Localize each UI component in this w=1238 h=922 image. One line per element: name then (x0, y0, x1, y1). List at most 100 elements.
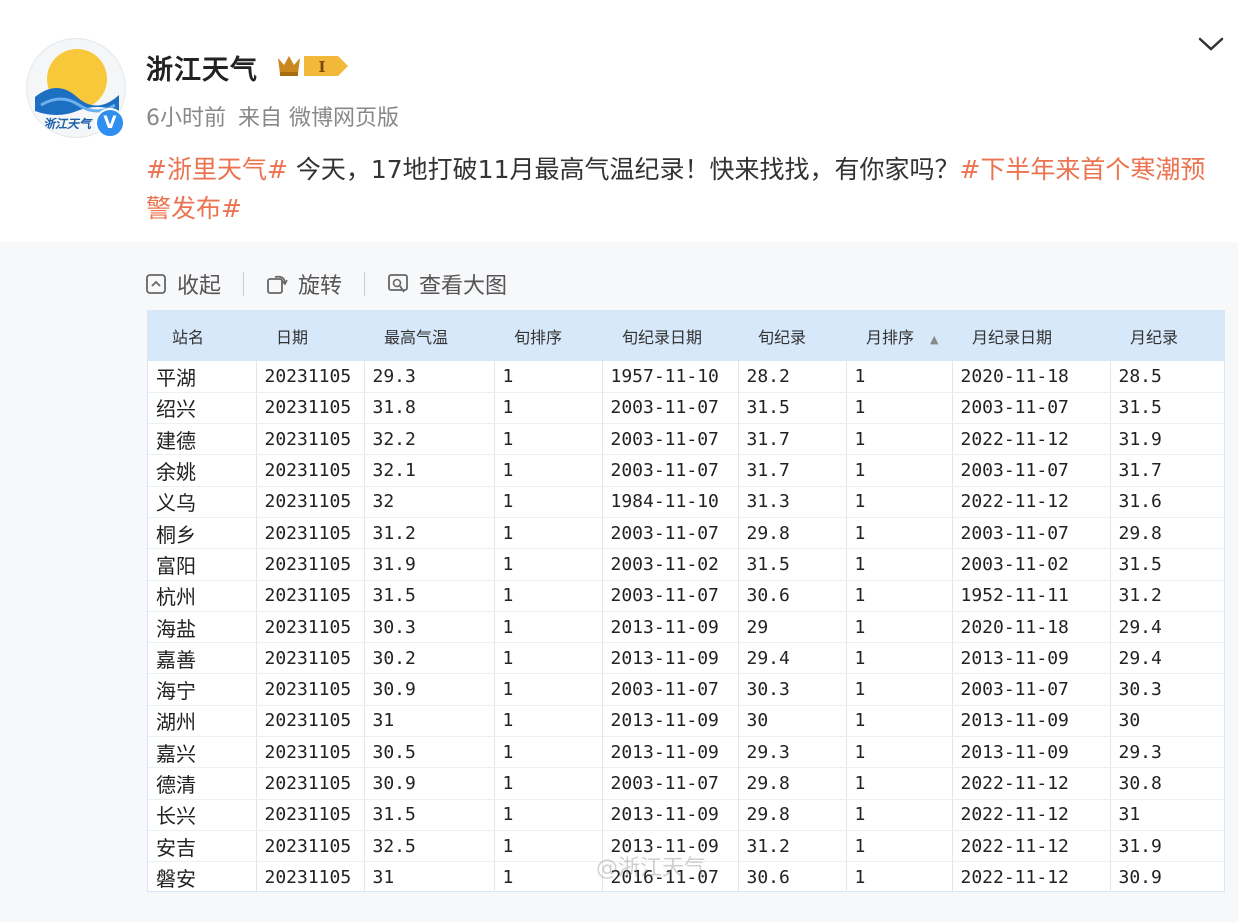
table-cell: 2003-11-07 (952, 673, 1111, 706)
table-cell: 1 (846, 548, 953, 581)
table-cell: 1 (846, 642, 953, 675)
table-cell: 32.1 (364, 454, 495, 487)
table-cell: 2020-11-18 (952, 361, 1111, 393)
table-cell: 2013-11-09 (602, 736, 739, 769)
chevron-down-icon[interactable] (1196, 32, 1226, 56)
table-cell: 2003-11-02 (952, 548, 1111, 581)
table-cell: 31.9 (1110, 423, 1224, 456)
table-cell: 1 (846, 861, 953, 891)
table-cell: 2022-11-12 (952, 861, 1111, 891)
table-cell: 1 (846, 392, 953, 425)
table-cell: 1 (846, 830, 953, 863)
table-cell: 1 (494, 361, 603, 393)
table-cell: 2013-11-09 (952, 705, 1111, 738)
table-cell: 1 (494, 517, 603, 550)
table-cell: 32 (364, 486, 495, 518)
table-cell: 2013-11-09 (952, 736, 1111, 769)
column-header-label: 月排序 (866, 328, 915, 347)
view-large-button[interactable]: 查看大图 (387, 268, 507, 300)
table-cell: 29.3 (364, 361, 495, 393)
table-row: 建德 20231105 32.2 1 2003-11-07 31.7 1 2022-11-12… (148, 423, 1224, 456)
table-cell: 1 (494, 454, 603, 487)
table-cell: 1 (494, 830, 603, 863)
record-table: 站名 日期 最高气温 旬排序 旬纪录日期 旬纪录 月排序 ▲ 月纪录日期 月纪录 … (148, 311, 1224, 891)
table-row: 海盐 20231105 30.3 1 2013-11-09 29 1 2020-11-18 29… (148, 611, 1224, 644)
table-cell: 28.2 (738, 361, 847, 393)
station-name-cell: 建德 (148, 423, 257, 456)
table-row: 嘉兴 20231105 30.5 1 2013-11-09 29.3 1 2013-11-09… (148, 736, 1224, 769)
table-cell: 31.5 (738, 548, 847, 581)
table-cell: 29.8 (738, 517, 847, 550)
table-cell: 30.2 (364, 642, 495, 675)
toolbar-divider (364, 272, 366, 296)
table-cell: 20231105 (256, 705, 365, 738)
table-cell: 2003-11-07 (602, 517, 739, 550)
table-body: 平湖 20231105 29.3 1 1957-11-10 28.2 1 2020-11-18… (148, 361, 1224, 891)
table-cell: 20231105 (256, 486, 365, 518)
rotate-icon (267, 275, 288, 294)
table-cell: 31.3 (738, 486, 847, 518)
table-row: 余姚 20231105 32.1 1 2003-11-07 31.7 1 2003-11-07… (148, 454, 1224, 487)
table-cell: 20231105 (256, 861, 365, 891)
watermark: @浙江天气 (596, 856, 707, 881)
table-cell: 29.4 (1110, 642, 1224, 675)
station-name-cell: 嘉善 (148, 642, 257, 675)
table-cell: 29 (738, 611, 847, 644)
table-cell: 2003-11-07 (602, 454, 739, 487)
table-cell: 2022-11-12 (952, 486, 1111, 518)
table-cell: 2003-11-07 (602, 392, 739, 425)
post-time[interactable]: 6小时前 (146, 106, 226, 131)
table-cell: 31.5 (364, 580, 495, 612)
username[interactable]: 浙江天气 (146, 48, 258, 87)
table-cell: 20231105 (256, 642, 365, 675)
hashtag-link[interactable]: #浙里天气# (146, 155, 288, 184)
table-cell: 1 (494, 799, 603, 831)
table-cell: 30.6 (738, 580, 847, 612)
toolbar-divider (243, 272, 245, 296)
table-cell: 2003-11-07 (952, 454, 1111, 487)
rotate-label: 旋转 (298, 274, 343, 299)
station-name-cell: 杭州 (148, 580, 257, 612)
rotate-button[interactable]: 旋转 (266, 268, 342, 300)
table-cell: 32.5 (364, 830, 495, 863)
table-cell: 2013-11-09 (602, 642, 739, 675)
table-cell: 1 (494, 392, 603, 425)
table-cell: 1 (494, 705, 603, 738)
table-cell: 29.8 (738, 799, 847, 831)
table-cell: 1 (846, 580, 953, 612)
station-name-cell: 海宁 (148, 673, 257, 706)
table-cell: 32.2 (364, 423, 495, 456)
collapse-button[interactable]: 收起 (145, 268, 221, 300)
table-row: 富阳 20231105 31.9 1 2003-11-02 31.5 1 2003-11-02… (148, 548, 1224, 581)
table-cell: 20231105 (256, 454, 365, 487)
table-cell: 31.5 (364, 799, 495, 831)
crown-badge-icon[interactable]: I (276, 52, 350, 80)
table-cell: 20231105 (256, 548, 365, 581)
table-header-row: 站名 日期 最高气温 旬排序 旬纪录日期 旬纪录 月排序 ▲ 月纪录日期 月纪录 (148, 311, 1224, 361)
table-cell: 31.2 (1110, 580, 1224, 612)
table-cell: 20231105 (256, 392, 365, 425)
table-cell: 30 (738, 705, 847, 738)
table-cell: 30.9 (364, 673, 495, 706)
table-cell: 2022-11-12 (952, 830, 1111, 863)
table-cell: 1 (846, 611, 953, 644)
table-cell: 29.3 (1110, 736, 1224, 769)
station-name-cell: 长兴 (148, 799, 257, 831)
avatar-text: 浙江天气 (43, 117, 92, 131)
table-cell: 20231105 (256, 830, 365, 863)
station-name-cell: 绍兴 (148, 392, 257, 425)
collapse-icon (146, 274, 166, 294)
station-name-cell: 海盐 (148, 611, 257, 644)
table-cell: 30.5 (364, 736, 495, 769)
table-cell: 1 (846, 736, 953, 769)
station-name-cell: 湖州 (148, 705, 257, 738)
table-row: 湖州 20231105 31 1 2013-11-09 30 1 2013-11-09 30 (148, 705, 1224, 738)
table-cell: 1 (494, 736, 603, 769)
table-cell: 1 (494, 580, 603, 612)
table-cell: 1957-11-10 (602, 361, 739, 393)
column-header: 最高气温 (384, 328, 449, 347)
table-cell: 30 (1110, 705, 1224, 738)
table-cell: 2003-11-07 (602, 423, 739, 456)
table-cell: 1 (494, 611, 603, 644)
record-table-image[interactable]: 站名 日期 最高气温 旬排序 旬纪录日期 旬纪录 月排序 ▲ 月纪录日期 月纪录 … (147, 310, 1225, 892)
